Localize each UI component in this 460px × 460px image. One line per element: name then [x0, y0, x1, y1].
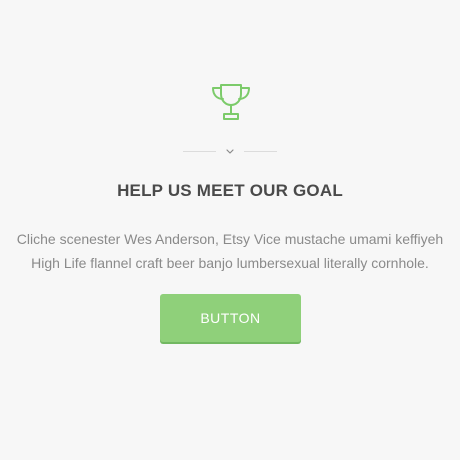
section-divider	[183, 149, 277, 161]
divider-line-left	[183, 151, 216, 152]
description-line-1: Cliche scenester Wes Anderson, Etsy Vice…	[16, 231, 444, 247]
section-description: Cliche scenester Wes Anderson, Etsy Vice…	[0, 227, 460, 275]
chevron-down-icon	[226, 149, 234, 154]
trophy-icon	[212, 84, 250, 120]
section-title: HELP US MEET OUR GOAL	[117, 181, 343, 200]
cta-button[interactable]: BUTTON	[160, 294, 301, 342]
description-line-2: High Life flannel craft beer banjo lumbe…	[31, 255, 429, 271]
goal-section: HELP US MEET OUR GOAL Cliche scenester W…	[0, 0, 460, 460]
divider-line-right	[244, 151, 277, 152]
